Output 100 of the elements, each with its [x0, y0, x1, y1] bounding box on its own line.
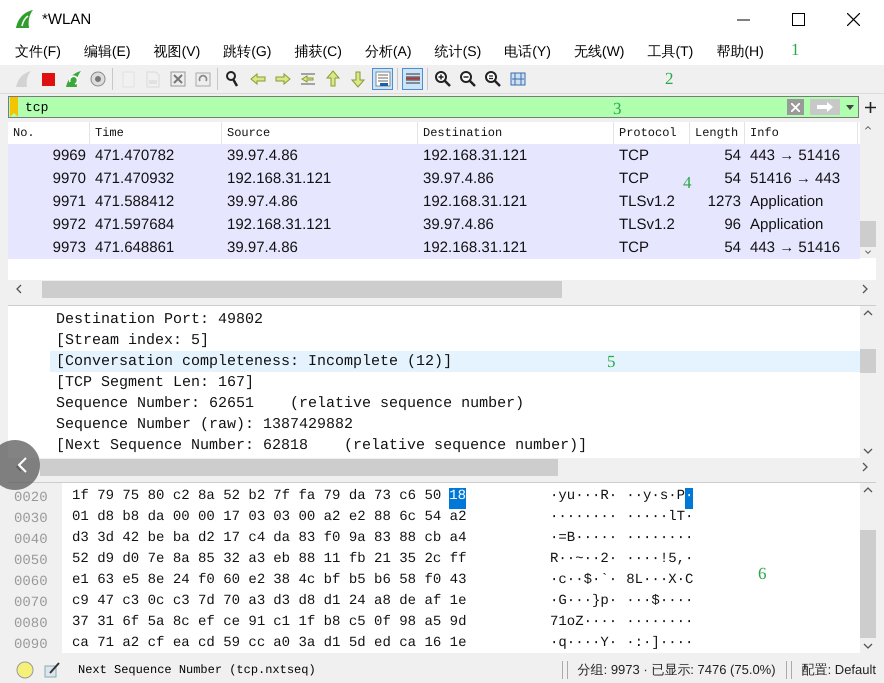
ascii-text: ·q····Y·	[550, 635, 618, 653]
selected-char[interactable]: ·	[685, 488, 694, 509]
scroll-right-icon	[862, 462, 868, 472]
menu-item[interactable]: 文件(F)	[6, 40, 70, 62]
scrollbar-thumb[interactable]	[42, 280, 562, 298]
bookmark-icon	[9, 97, 19, 117]
colorize-button[interactable]	[402, 68, 423, 90]
table-cell: 39.97.4.86	[227, 239, 298, 256]
tree-item[interactable]: [Stream index: 5]	[50, 330, 860, 351]
table-cell: 471.588412	[95, 193, 174, 210]
autoscroll-button[interactable]	[372, 68, 393, 90]
tree-item[interactable]: Sequence Number: 62651 (relative sequence number)	[50, 393, 860, 414]
scrollbar-thumb[interactable]	[40, 458, 558, 476]
ascii-text: ·=B·····	[550, 530, 618, 548]
table-cell: 192.168.31.121	[227, 170, 332, 187]
offset-label: 0090	[13, 636, 49, 655]
ascii-text: ········	[626, 530, 694, 548]
tree-item[interactable]: Destination Port: 49802	[50, 309, 860, 330]
hex-bytes: 37 31 6f 5a 8c ef ce 91	[72, 614, 266, 632]
table-cell: 471.470782	[95, 147, 174, 164]
table-cell: 192.168.31.121	[227, 216, 332, 233]
table-cell: 471.648861	[95, 239, 174, 256]
table-cell: 192.168.31.121	[423, 147, 528, 164]
hex-bytes: 38 4c bf b5 b6 58 f0 43	[273, 572, 466, 590]
tree-item[interactable]: Sequence Number (raw): 1387429882	[50, 414, 860, 435]
scrollbar-thumb[interactable]	[860, 221, 876, 247]
clear-button[interactable]	[787, 99, 804, 115]
ascii-text: ·G···}p·	[550, 593, 618, 611]
tree-item[interactable]: [TCP Segment Len: 167]	[50, 372, 860, 393]
menu-item[interactable]: 编辑(E)	[74, 40, 140, 62]
menu-item[interactable]: 无线(W)	[564, 40, 634, 62]
close-icon[interactable]	[847, 12, 860, 26]
table-cell: 471.597684	[95, 216, 174, 233]
table-cell: TCP	[619, 239, 649, 256]
zoom-out-icon	[458, 70, 476, 88]
scrollbar-thumb[interactable]	[860, 530, 876, 638]
table-cell: Application	[750, 193, 824, 210]
profile-label[interactable]: 配置: Default	[802, 661, 876, 679]
table-cell: TLSv1.2	[619, 216, 675, 233]
annotation-number: 2	[665, 69, 674, 89]
annotation-number: 1	[791, 40, 800, 60]
table-cell: 54	[724, 239, 741, 256]
table-cell: 192.168.31.121	[423, 193, 528, 210]
arrow-right-icon	[816, 102, 834, 112]
table-cell: 39.97.4.86	[423, 170, 494, 187]
hex-bytes: ca 71 a2 cf ea cd 59 cc	[72, 635, 266, 653]
filter-text: tcp	[25, 100, 48, 114]
add-filter-button[interactable]	[865, 102, 876, 112]
scroll-left-icon	[16, 284, 22, 294]
hex-bytes: eb 88 11 fb 21 35 2c ff	[273, 551, 466, 569]
hex-bytes: c1 1f b8 c5 0f 98 a5 9d	[273, 614, 466, 632]
menu-item[interactable]: 视图(V)	[144, 40, 210, 62]
annotation-number: 3	[613, 99, 622, 119]
chevron-left-icon	[17, 457, 27, 473]
ascii-text: ···$····	[626, 593, 694, 611]
menu-item[interactable]: 统计(S)	[426, 40, 490, 62]
offset-label: 0050	[13, 552, 49, 571]
table-cell: 39.97.4.86	[227, 193, 298, 210]
ascii-text: 71oZ····	[550, 614, 618, 632]
table-cell: 9971	[52, 193, 86, 210]
hex-bytes: 01 d8 b8 da 00 00 17 03	[72, 509, 266, 527]
menu-item[interactable]: 电话(Y)	[495, 40, 560, 62]
hex-bytes: a0 3a d1 5d ed ca 16 1e	[273, 635, 466, 653]
hex-bytes: c9 47 c3 0c c3 7d 70 a3	[72, 593, 266, 611]
menu-item[interactable]: 捕获(C)	[285, 40, 351, 62]
ascii-text: ·c··$·`·	[550, 572, 618, 590]
table-cell: 9969	[52, 147, 86, 164]
table-cell: 471.470932	[95, 170, 174, 187]
hex-bytes: 1f 79 75 80 c2 8a 52 b2	[72, 488, 266, 506]
zoom-in-icon	[434, 70, 452, 88]
scrollbar-thumb[interactable]	[860, 349, 876, 373]
menu-item[interactable]: 工具(T)	[638, 40, 702, 62]
menu-item[interactable]: 分析(A)	[356, 40, 421, 62]
ascii-text: ·····lT·	[626, 509, 694, 527]
table-cell: 96	[724, 216, 741, 233]
menu-item[interactable]: 跳转(G)	[214, 40, 280, 62]
hex-bytes: 7f fa 79 da 73 c6 50	[273, 488, 442, 506]
close-file-icon	[168, 70, 186, 88]
ascii-text: ··y·s·P	[626, 488, 686, 506]
annotation-number: 6	[758, 564, 766, 584]
ascii-text: R··~··2·	[550, 551, 618, 569]
gear-icon	[88, 70, 106, 88]
offset-label: 0040	[13, 531, 49, 550]
ascii-text: 8L···X·C	[626, 572, 694, 590]
scroll-right-icon	[862, 284, 868, 294]
window-title: *WLAN	[42, 10, 92, 28]
offset-label: 0070	[13, 594, 49, 613]
selected-byte[interactable]: 18	[449, 488, 466, 509]
tree-item[interactable]: [Next Sequence Number: 62818 (relative sequence number)]	[50, 435, 860, 456]
offset-label: 0080	[13, 615, 49, 634]
offset-label: 0030	[13, 510, 49, 529]
annotation-number: 5	[607, 352, 616, 372]
menu-item[interactable]: 帮助(H)	[707, 40, 773, 62]
maximize-icon[interactable]	[792, 12, 805, 26]
reload-icon	[194, 70, 212, 88]
ascii-text: ·yu···R·	[550, 488, 618, 506]
table-cell: 54	[724, 147, 741, 164]
table-cell: 39.97.4.86	[227, 147, 298, 164]
hex-bytes: 52 d9 d0 7e 8a 85 32 a3	[72, 551, 266, 569]
scroll-down-icon	[863, 643, 873, 649]
